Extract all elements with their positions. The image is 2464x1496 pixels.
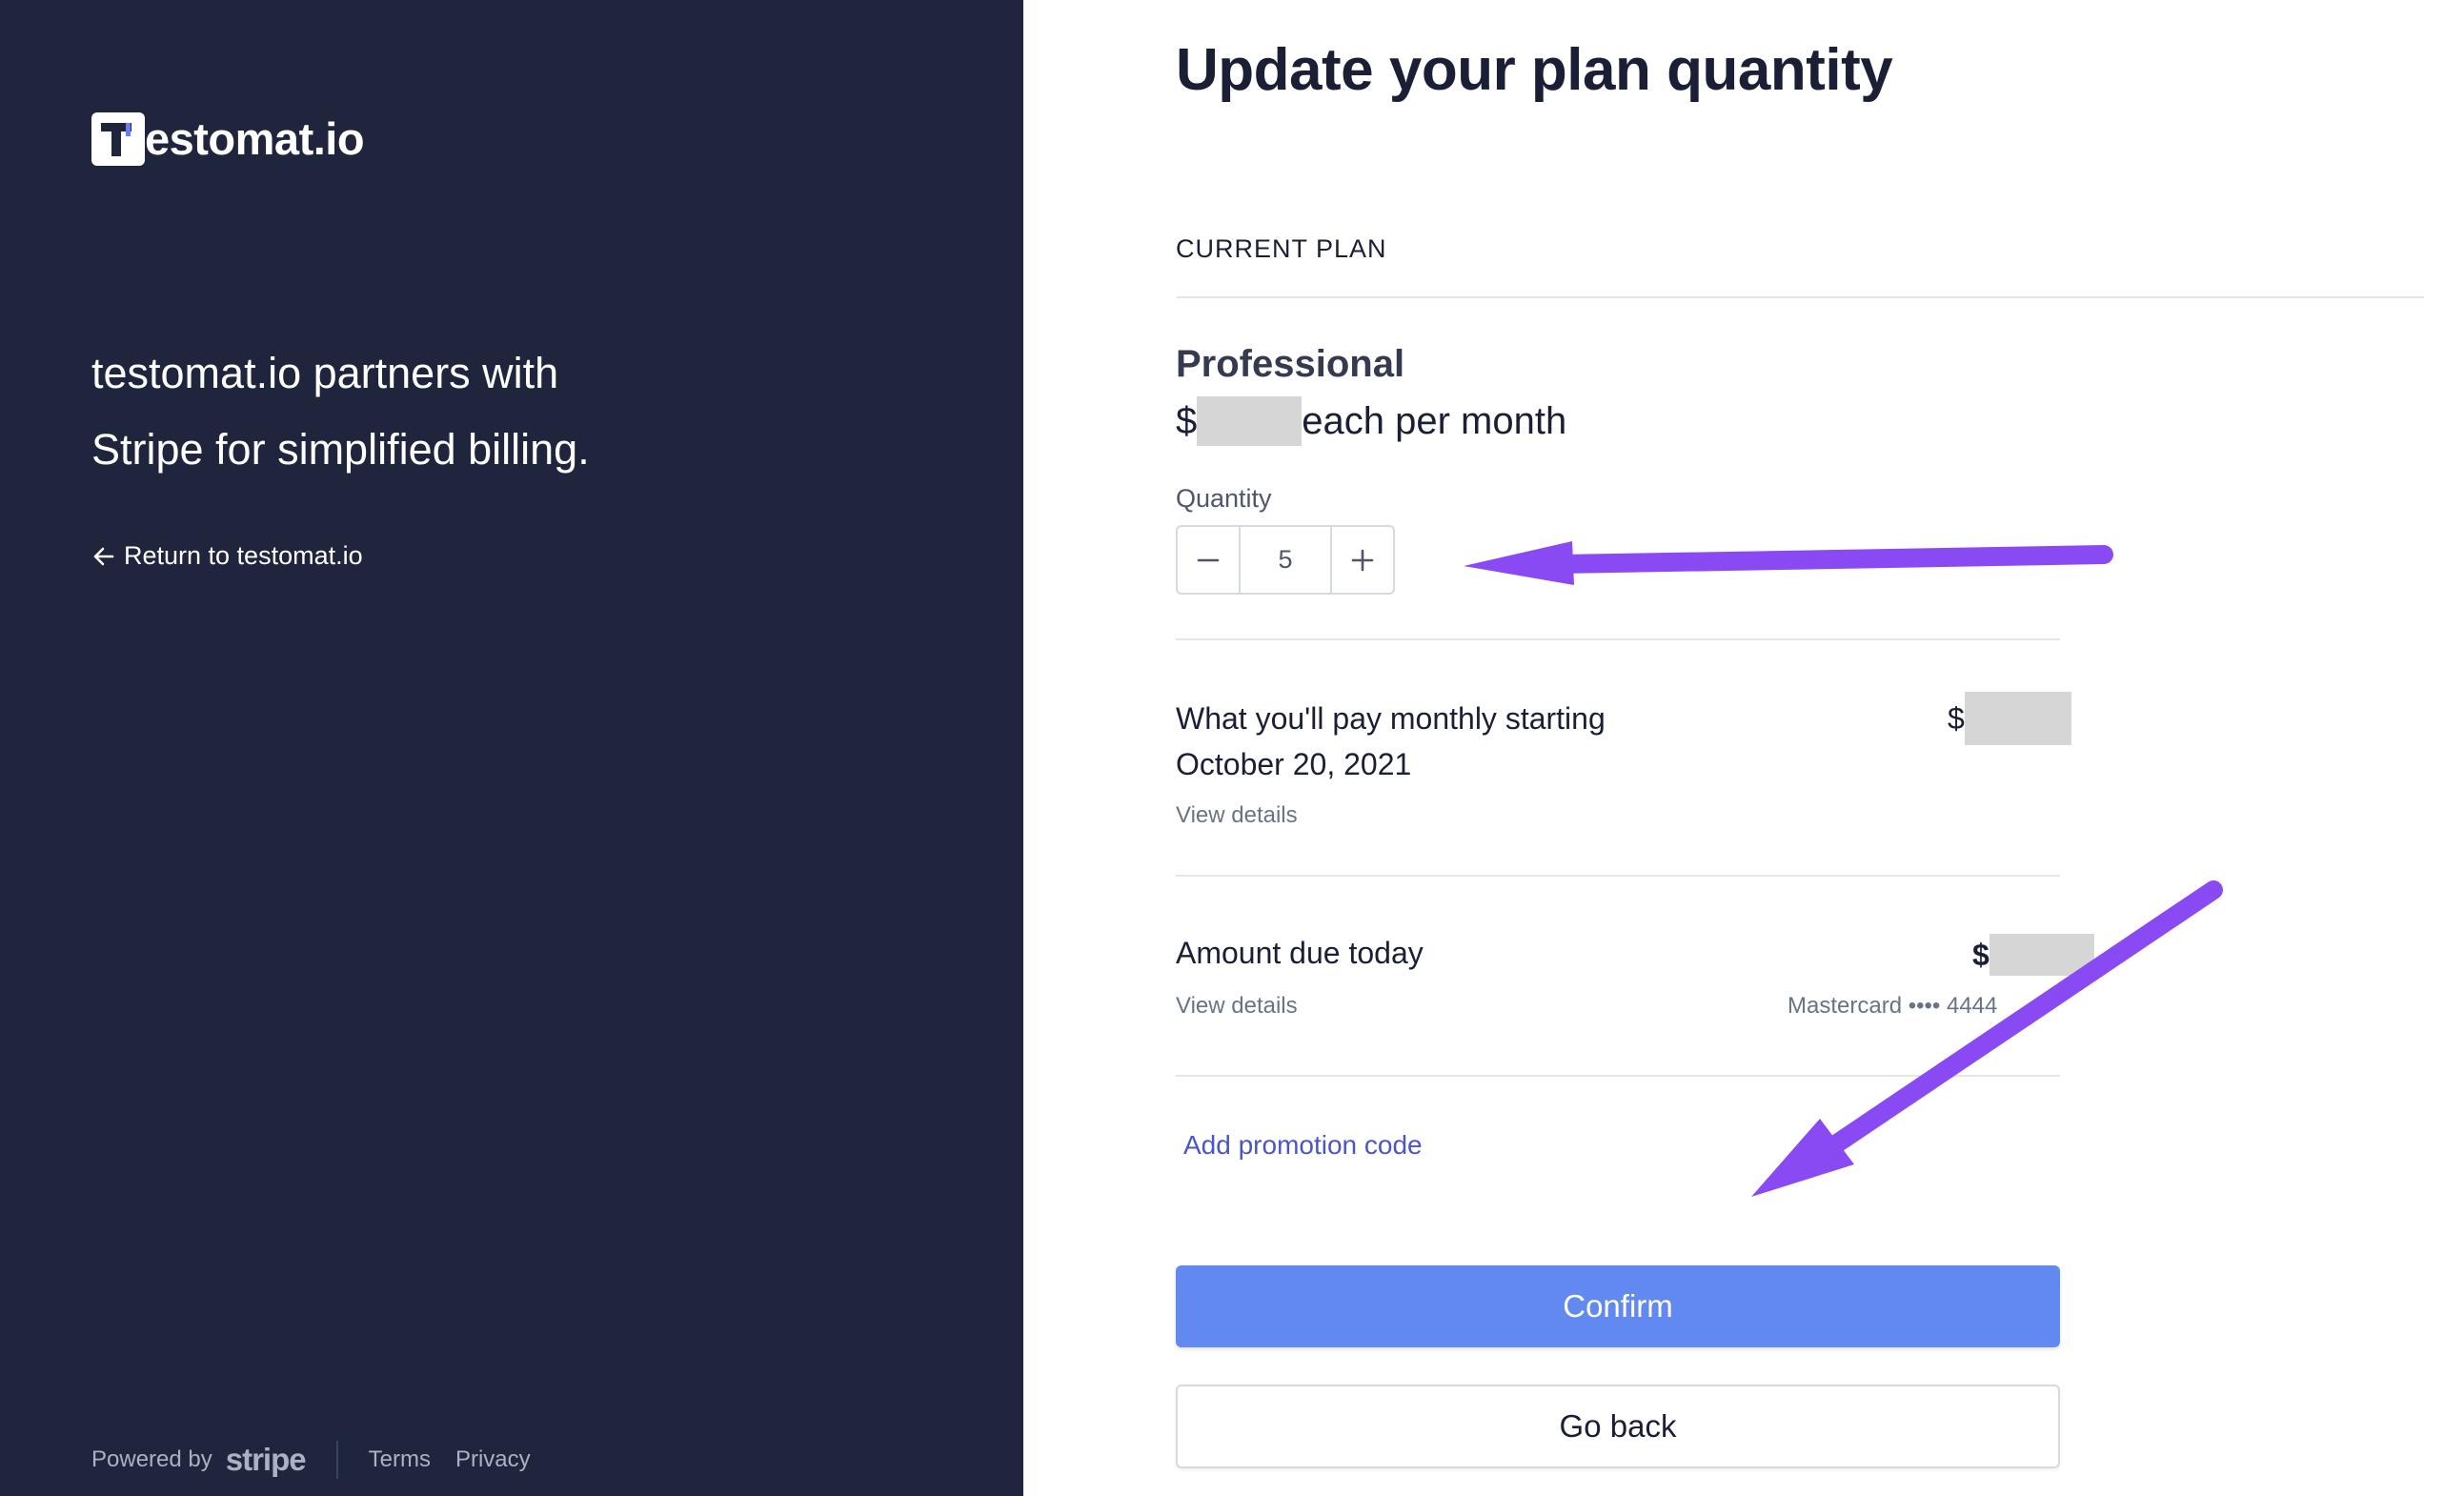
tagline-line-1: testomat.io partners with [91, 349, 559, 397]
decrement-button[interactable] [1178, 527, 1239, 593]
footer-divider [335, 1441, 338, 1479]
redacted-due-amount [1989, 934, 2094, 976]
page-title: Update your plan quantity [1176, 37, 1893, 103]
sidebar-tagline: testomat.io partners with Stripe for sim… [91, 335, 739, 488]
due-today-currency: $ [1972, 937, 1989, 972]
divider [1176, 638, 2060, 640]
currency-symbol: $ [1176, 399, 1198, 442]
minus-icon [1197, 558, 1220, 561]
quantity-stepper[interactable]: 5 [1176, 525, 1395, 595]
privacy-link[interactable]: Privacy [455, 1446, 531, 1473]
stripe-logo[interactable]: stripe [226, 1442, 307, 1478]
due-today-amount: $ [1972, 934, 2094, 976]
plan-name: Professional [1176, 343, 1405, 385]
return-link-label: Return to testomat.io [124, 541, 363, 570]
monthly-amount: $ [1948, 692, 2071, 745]
redacted-price [1197, 396, 1303, 446]
add-promotion-code-link[interactable]: Add promotion code [1183, 1130, 1423, 1161]
section-divider [1176, 296, 2424, 298]
current-plan-label: CURRENT PLAN [1176, 234, 1387, 263]
increment-button[interactable] [1332, 527, 1393, 593]
monthly-label-line-2: October 20, 2021 [1176, 747, 1412, 781]
brand-logo[interactable]: estomat.io [91, 112, 365, 166]
quantity-label: Quantity [1176, 484, 1272, 513]
terms-link[interactable]: Terms [369, 1446, 431, 1473]
sidebar-panel: estomat.io testomat.io partners with Str… [0, 0, 1023, 1496]
tagline-line-2: Stripe for simplified billing. [91, 425, 590, 474]
monthly-currency: $ [1948, 700, 1965, 736]
redacted-monthly-amount [1964, 692, 2071, 745]
price-suffix: each per month [1302, 399, 1567, 442]
brand-name: estomat.io [145, 113, 365, 164]
monthly-view-details-link[interactable]: View details [1176, 802, 1298, 829]
quantity-input[interactable]: 5 [1239, 527, 1332, 593]
payment-card-info: Mastercard •••• 4444 [1787, 993, 1998, 1019]
confirm-button[interactable]: Confirm [1176, 1265, 2060, 1347]
testomat-logo-icon [91, 112, 145, 166]
monthly-label-line-1: What you'll pay monthly starting [1176, 701, 1606, 736]
main-content: Update your plan quantity CURRENT PLAN P… [1176, 0, 2464, 1496]
divider [1176, 875, 2060, 877]
due-today-label: Amount due today [1176, 936, 1424, 970]
plan-price: $ each per month [1176, 396, 1566, 446]
arrow-left-icon [93, 547, 114, 565]
monthly-label: What you'll pay monthly starting October… [1176, 696, 1606, 787]
footer: Powered by stripe Terms Privacy [91, 1441, 555, 1479]
return-link[interactable]: Return to testomat.io [91, 541, 363, 571]
due-today-view-details-link[interactable]: View details [1176, 993, 1298, 1020]
plus-icon [1351, 549, 1374, 571]
powered-by-text: Powered by [91, 1446, 212, 1472]
go-back-button[interactable]: Go back [1176, 1385, 2060, 1468]
divider [1176, 1075, 2060, 1077]
